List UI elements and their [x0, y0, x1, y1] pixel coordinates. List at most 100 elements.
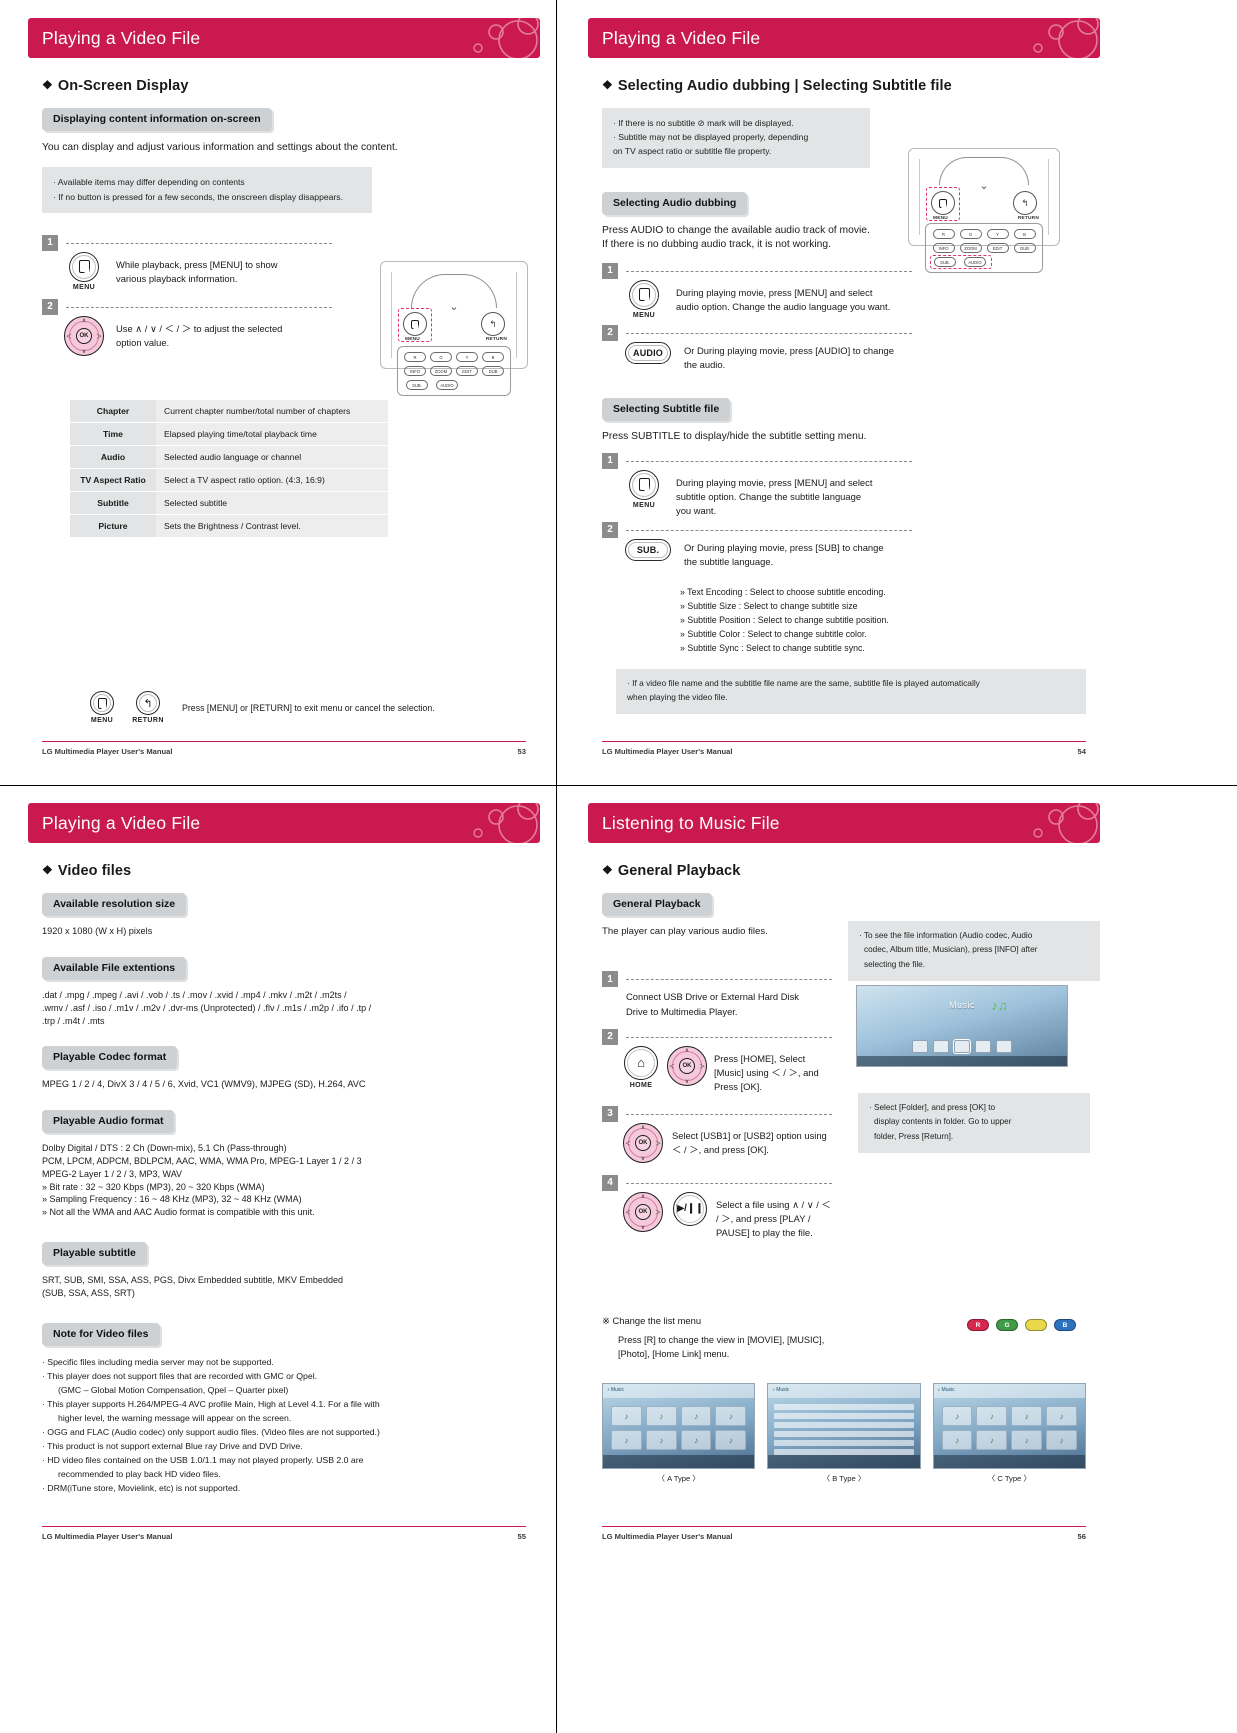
ext-line: .dat / .mpg / .mpeg / .avi / .vob / .ts …: [42, 990, 347, 1001]
sub-key-icon: SUB.: [622, 538, 674, 561]
table-value: Selected audio language or channel: [156, 445, 388, 469]
table-key: TV Aspect Ratio: [70, 468, 156, 492]
remote-illustration: ⌄ ↰ MENU RETURN RGYB INFO ZOOM EDIT DUB SUB…: [908, 148, 1060, 273]
subtitle-option: » Subtitle Position : Select to change s…: [680, 615, 889, 626]
step-number: 4: [602, 1174, 618, 1191]
page-footer: LG Multimedia Player User's Manual 53: [42, 741, 526, 756]
footer-manual-name: LG Multimedia Player User's Manual: [602, 747, 733, 756]
note-line: · To see the file information (Audio cod…: [859, 931, 1033, 940]
audio-key-icon: AUDIO: [622, 341, 674, 364]
sub-audio-highlight: [930, 255, 992, 269]
diamond-bullet-icon: ❖: [602, 863, 613, 877]
table-value: Current chapter number/total number of c…: [156, 399, 388, 423]
pill-playable-codec-format: Playable Codec format: [42, 1046, 540, 1070]
audio-line: » Bit rate : 32 ~ 320 Kbps (MP3), 20 ~ 3…: [42, 1181, 265, 1192]
note-line: codec, Album title, Musician), press [IN…: [864, 945, 1038, 955]
resolution-line: 1920 x 1080 (W x H) pixels: [42, 926, 153, 936]
manual-page-53: Playing a Video File ❖ On-Screen Display…: [28, 18, 540, 766]
subtitle-step-2: 2 SUB. Or During playing movie, press [S…: [602, 521, 912, 569]
manual-page-54: Playing a Video File ❖ Selecting Audio d…: [588, 18, 1100, 766]
note-line: · If there is no subtitle ⊘ mark will be…: [613, 118, 794, 128]
menu-highlight: [926, 187, 960, 221]
page-banner: Playing a Video File: [28, 18, 540, 58]
banner-title: Playing a Video File: [42, 27, 201, 48]
tv-bottom-bar: [857, 1056, 1067, 1066]
note-item: · This product is not support external B…: [42, 1441, 303, 1452]
note-item: · This player does not support files tha…: [42, 1370, 318, 1381]
page-fold-horizontal: [0, 785, 1237, 786]
table-key: Picture: [70, 514, 156, 538]
menu-highlight: [398, 308, 432, 342]
step-1: 1 MENU While playback, press [MENU] to s…: [42, 234, 332, 291]
sub-key-label: SUB.: [636, 544, 660, 555]
exit-hint-text: Press [MENU] or [RETURN] to exit menu or…: [182, 702, 435, 713]
tv-icon-music: [953, 1039, 971, 1055]
thumbnail-caption: 〈 C Type 〉: [987, 1474, 1031, 1483]
step-text: During playing movie, press [MENU] and s…: [676, 476, 873, 516]
footer-manual-name: LG Multimedia Player User's Manual: [602, 1532, 733, 1541]
dpad-wheel-icon: ∧ ∨ ＜＞ OK: [623, 1191, 663, 1232]
step-text: Connect USB Drive or External Hard Disk …: [626, 991, 799, 1017]
thumbnail-c-type: ♪ Music ♪ ♪ ♪ ♪ ♪ ♪ ♪ ♪: [932, 1383, 1086, 1469]
tv-icon-homelink: [975, 1040, 991, 1054]
playpause-key-icon: ▶/❙❙: [670, 1191, 710, 1226]
step-text: Press [HOME], Select [Music] using ＜ / ＞…: [714, 1052, 819, 1092]
dpad-wheel-icon: ∧ ∨ ＜＞ OK: [667, 1045, 707, 1086]
table-row: TV Aspect Ratio Select a TV aspect ratio…: [70, 468, 388, 492]
subtitle-intro: Press SUBTITLE to display/hide the subti…: [602, 430, 867, 442]
table-row: Chapter Current chapter number/total num…: [70, 399, 388, 423]
tv-icon-setup: [996, 1040, 1012, 1054]
ext-line: .wmv / .asf / .iso / .m1v / .m2v / .dvr-…: [42, 1002, 372, 1013]
step-number: 2: [602, 521, 618, 538]
table-row: Subtitle Selected subtitle: [70, 491, 388, 515]
section-heading: ❖ General Playback: [602, 863, 1100, 879]
menu-key-label: MENU: [90, 717, 114, 724]
table-value: Elapsed playing time/total playback time: [156, 422, 388, 446]
note-line: · Available items may differ depending o…: [53, 177, 245, 188]
audio-line: MPEG-2 Layer 1 / 2 / 3, MP3, WAV: [42, 1168, 183, 1179]
step-text: While playback, press [MENU] to show var…: [116, 258, 278, 284]
subtitle-option: » Subtitle Size : Select to change subti…: [680, 601, 858, 612]
audio-key-label: AUDIO: [633, 347, 663, 358]
step-number: 1: [602, 262, 618, 279]
note-line: display contents in folder. Go to upper: [874, 1117, 1012, 1127]
subtitle-options-list: » Text Encoding : Select to choose subti…: [680, 585, 1100, 655]
manual-spread: Playing a Video File ❖ On-Screen Display…: [0, 0, 1237, 1733]
menu-key-icon: MENU: [622, 279, 666, 319]
step-text: During playing movie, press [MENU] and s…: [676, 286, 891, 312]
audio-line: » Not all the WMA and AAC Audio format i…: [42, 1207, 315, 1218]
note-line: · Subtitle may not be displayed properly…: [613, 132, 809, 143]
codec-line: MPEG 1 / 2 / 4, DivX 3 / 4 / 5 / 6, Xvid…: [42, 1079, 366, 1090]
tv-screen-label: Music: [948, 1000, 976, 1011]
music-step-4: 4 ∧ ∨ ＜＞ OK ▶/❙❙ Select a file using ∧ / ∨…: [602, 1174, 832, 1240]
note-box: · Available items may differ depending o…: [42, 167, 372, 213]
audio-line: PCM, LPCM, ADPCM, BDLPCM, AAC, WMA, WMA …: [42, 1156, 362, 1167]
return-key-icon: ↰ RETURN: [128, 691, 168, 724]
side-note-info: · To see the file information (Audio cod…: [848, 921, 1100, 982]
diamond-bullet-icon: ❖: [42, 78, 53, 92]
subtitle-line: SRT, SUB, SMI, SSA, ASS, PGS, Divx Embed…: [42, 1275, 343, 1286]
banner-title: Listening to Music File: [602, 812, 780, 833]
table-row: Audio Selected audio language or channel: [70, 445, 388, 469]
banner-decoration: [473, 18, 539, 58]
pill-general-playback: General Playback: [602, 893, 1100, 916]
pill-playable-audio-format: Playable Audio format: [42, 1110, 540, 1134]
note-item: (GMC – Global Motion Compensation, Qpel …: [58, 1384, 289, 1395]
note-item: · Specific files including media server …: [42, 1356, 274, 1367]
table-key: Time: [70, 422, 156, 446]
thumbnail-b-type: ♪ Music: [767, 1383, 921, 1469]
step-number: 2: [42, 298, 58, 315]
menu-key-label: MENU: [632, 501, 656, 509]
step-number: 1: [602, 971, 618, 988]
note-line: · If no button is pressed for a few seco…: [53, 191, 343, 202]
table-value: Selected subtitle: [156, 491, 388, 515]
color-key-yellow: [1025, 1319, 1047, 1331]
table-key: Audio: [70, 445, 156, 469]
banner-title: Playing a Video File: [602, 27, 761, 48]
music-step-3: 3 ∧ ∨ ＜＞ OK Select [USB1] or [USB2] option…: [602, 1105, 832, 1163]
pill-displaying-content: Displaying content information on-screen: [42, 108, 540, 131]
change-menu-text: Press [R] to change the view in [MOVIE],…: [618, 1335, 825, 1345]
music-note-icon: ♪♫: [991, 998, 1008, 1013]
menu-key-icon: MENU: [622, 469, 666, 509]
thumbnail-caption: 〈 B Type 〉: [822, 1474, 866, 1483]
